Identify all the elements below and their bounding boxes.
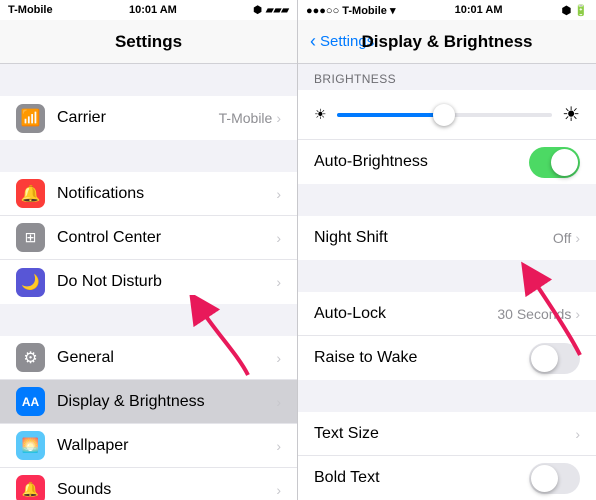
- section-divider-top: [0, 64, 297, 96]
- section-divider-2: [0, 304, 297, 336]
- dnd-icon: 🌙: [16, 268, 45, 297]
- night-shift-value: Off: [553, 230, 571, 246]
- auto-lock-label: Auto-Lock: [314, 305, 497, 323]
- auto-brightness-row[interactable]: Auto-Brightness: [298, 140, 596, 184]
- text-size-chevron: ›: [575, 426, 580, 442]
- general-label: General: [57, 349, 276, 367]
- raise-to-wake-label: Raise to Wake: [314, 349, 529, 367]
- left-nav-title: Settings: [115, 32, 182, 52]
- raise-to-wake-toggle[interactable]: [529, 343, 580, 374]
- text-section: Text Size › Bold Text: [298, 412, 596, 500]
- wallpaper-chevron: ›: [276, 438, 281, 454]
- right-nav-bar: ●●●○○ T-Mobile ▾ 10:01 AM ⬢ 🔋 ‹ Settings…: [298, 0, 596, 64]
- night-shift-section: Night Shift Off ›: [298, 216, 596, 260]
- right-divider-1: [298, 184, 596, 216]
- night-shift-chevron: ›: [575, 230, 580, 246]
- right-content: BRIGHTNESS ☀ ☀ Auto-Brightness: [298, 64, 596, 500]
- display-brightness-label: Display & Brightness: [57, 393, 276, 411]
- auto-lock-chevron: ›: [575, 306, 580, 322]
- display-brightness-row[interactable]: AA Display & Brightness ›: [0, 380, 297, 424]
- auto-brightness-toggle[interactable]: [529, 147, 580, 178]
- general-icon: ⚙: [16, 343, 45, 372]
- wallpaper-icon: 🌅: [16, 431, 45, 460]
- night-shift-row[interactable]: Night Shift Off ›: [298, 216, 596, 260]
- right-status-bar: ●●●○○ T-Mobile ▾ 10:01 AM ⬢ 🔋: [298, 0, 596, 20]
- sounds-icon: 🔔: [16, 475, 45, 500]
- notifications-label: Notifications: [57, 185, 276, 203]
- notifications-row[interactable]: 🔔 Notifications ›: [0, 172, 297, 216]
- carrier-row[interactable]: 📶 Carrier T-Mobile ›: [0, 96, 297, 140]
- do-not-disturb-row[interactable]: 🌙 Do Not Disturb ›: [0, 260, 297, 304]
- battery-icon: ▰▰▰: [266, 5, 289, 16]
- control-center-chevron: ›: [276, 230, 281, 246]
- notifications-icon: 🔔: [16, 179, 45, 208]
- notifications-chevron: ›: [276, 186, 281, 202]
- wallpaper-label: Wallpaper: [57, 437, 276, 455]
- left-status-bar: T-Mobile 10:01 AM ⬢ ▰▰▰: [0, 0, 297, 20]
- bluetooth-icon: ⬢: [253, 5, 262, 16]
- text-size-label: Text Size: [314, 425, 575, 443]
- brightness-high-icon: ☀: [562, 102, 580, 127]
- sounds-row[interactable]: 🔔 Sounds ›: [0, 468, 297, 500]
- auto-brightness-thumb: [551, 149, 578, 176]
- carrier-chevron: ›: [276, 110, 281, 126]
- general-section: ⚙ General › AA Display & Brightness › 🌅 …: [0, 336, 297, 500]
- right-carrier: ●●●○○ T-Mobile ▾: [306, 4, 395, 17]
- control-center-icon: ⊞: [16, 223, 45, 252]
- display-icon: AA: [16, 387, 45, 416]
- dnd-chevron: ›: [276, 274, 281, 290]
- right-nav-content: ‹ Settings Display & Brightness: [298, 20, 596, 63]
- bold-text-label: Bold Text: [314, 469, 529, 487]
- text-size-row[interactable]: Text Size ›: [298, 412, 596, 456]
- left-panel: T-Mobile 10:01 AM ⬢ ▰▰▰ Settings 📶 Carri…: [0, 0, 298, 500]
- general-row[interactable]: ⚙ General ›: [0, 336, 297, 380]
- carrier-section: 📶 Carrier T-Mobile ›: [0, 96, 297, 140]
- control-center-label: Control Center: [57, 229, 276, 247]
- brightness-slider-row[interactable]: ☀ ☀: [298, 90, 596, 140]
- lock-section: Auto-Lock 30 Seconds › Raise to Wake: [298, 292, 596, 380]
- back-chevron-icon: ‹: [310, 31, 316, 52]
- right-divider-3: [298, 380, 596, 412]
- brightness-section: ☀ ☀ Auto-Brightness: [298, 90, 596, 184]
- carrier-label: Carrier: [57, 109, 219, 127]
- left-nav-bar: Settings: [0, 20, 297, 64]
- brightness-slider-fill: [337, 113, 445, 117]
- right-time: 10:01 AM: [455, 4, 503, 16]
- left-carrier: T-Mobile: [8, 4, 53, 16]
- bold-text-row[interactable]: Bold Text: [298, 456, 596, 500]
- auto-brightness-label: Auto-Brightness: [314, 153, 529, 171]
- section-divider-1: [0, 140, 297, 172]
- right-divider-2: [298, 260, 596, 292]
- settings-list: 📶 Carrier T-Mobile › 🔔 Notifications › ⊞: [0, 64, 297, 500]
- right-status-icons: ⬢ 🔋: [562, 4, 588, 17]
- right-panel: ●●●○○ T-Mobile ▾ 10:01 AM ⬢ 🔋 ‹ Settings…: [298, 0, 596, 500]
- control-center-row[interactable]: ⊞ Control Center ›: [0, 216, 297, 260]
- auto-lock-value: 30 Seconds: [497, 306, 571, 322]
- wallpaper-row[interactable]: 🌅 Wallpaper ›: [0, 424, 297, 468]
- bold-text-thumb: [531, 465, 558, 492]
- right-nav-title: Display & Brightness: [362, 32, 533, 52]
- general-chevron: ›: [276, 350, 281, 366]
- left-status-icons: ⬢ ▰▰▰: [253, 5, 289, 16]
- carrier-icon: 📶: [16, 104, 45, 133]
- carrier-value: T-Mobile: [219, 110, 273, 126]
- brightness-slider-track[interactable]: [337, 113, 553, 117]
- notifications-section: 🔔 Notifications › ⊞ Control Center › 🌙 D…: [0, 172, 297, 304]
- brightness-header: BRIGHTNESS: [298, 64, 596, 90]
- sounds-label: Sounds: [57, 481, 276, 499]
- display-chevron: ›: [276, 394, 281, 410]
- left-time: 10:01 AM: [129, 4, 177, 16]
- raise-to-wake-thumb: [531, 345, 558, 372]
- brightness-slider-thumb[interactable]: [433, 104, 455, 126]
- auto-lock-row[interactable]: Auto-Lock 30 Seconds ›: [298, 292, 596, 336]
- sounds-chevron: ›: [276, 482, 281, 498]
- brightness-low-icon: ☀: [314, 106, 327, 123]
- bold-text-toggle[interactable]: [529, 463, 580, 494]
- night-shift-label: Night Shift: [314, 229, 553, 247]
- dnd-label: Do Not Disturb: [57, 273, 276, 291]
- raise-to-wake-row[interactable]: Raise to Wake: [298, 336, 596, 380]
